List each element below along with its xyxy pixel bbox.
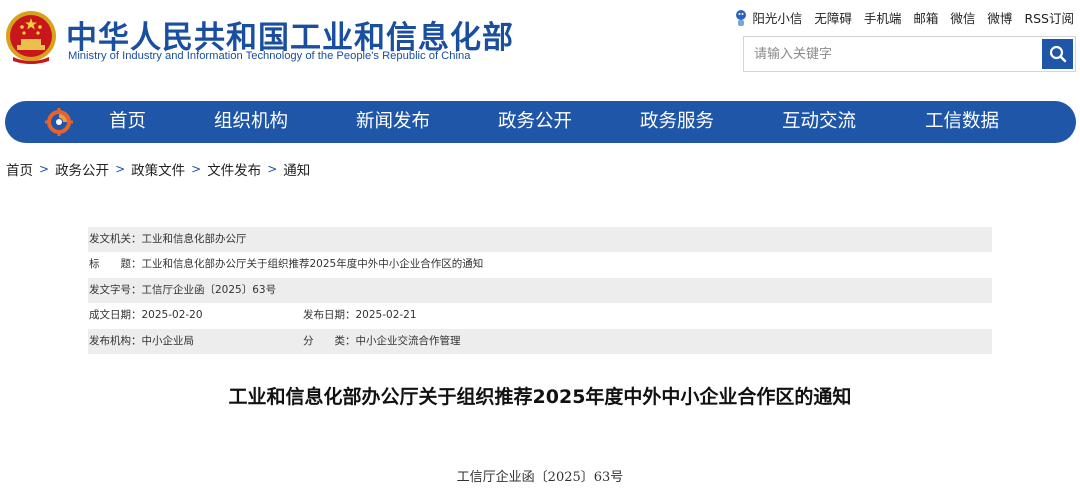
sunshine-mascot-icon <box>736 9 747 26</box>
nav-item-news[interactable]: 新闻发布 <box>356 101 430 143</box>
top-link-accessibility[interactable]: 无障碍 <box>814 8 852 27</box>
meta-doc-no-label: 发文字号： <box>89 283 142 296</box>
top-link-mail[interactable]: 邮箱 <box>913 8 938 27</box>
breadcrumb: 首页 > 政务公开 > 政策文件 > 文件发布 > 通知 <box>6 159 310 179</box>
meta-issuer-label: 发文机关： <box>89 233 142 245</box>
meta-doc-no-value: 工信厅企业函〔2025〕63号 <box>141 283 277 296</box>
nav-item-interaction[interactable]: 互动交流 <box>782 101 856 143</box>
meta-org-value: 中小企业局 <box>141 334 195 347</box>
meta-row-title: 标 题：工业和信息化部办公厅关于组织推荐2025年度中外中小企业合作区的通知 <box>88 252 992 277</box>
miit-logo-icon[interactable] <box>45 108 73 136</box>
nav-item-services[interactable]: 政务服务 <box>640 101 714 143</box>
meta-row-issuer: 发文机关：工业和信息化部办公厅 <box>88 227 992 253</box>
breadcrumb-notice[interactable]: 通知 <box>283 159 310 179</box>
meta-category-label: 分 类： <box>303 334 356 347</box>
meta-title-label: 标 题： <box>89 258 142 271</box>
meta-row-dates: 成文日期：2025-02-20 发布日期：2025-02-21 <box>88 303 992 328</box>
breadcrumb-policy-files[interactable]: 政策文件 <box>131 159 185 179</box>
top-link-sunshine[interactable]: 阳光小信 <box>734 8 802 27</box>
breadcrumb-government-affairs[interactable]: 政务公开 <box>55 159 109 179</box>
meta-created: 成文日期：2025-02-20 <box>89 303 203 328</box>
search-button[interactable] <box>1042 39 1073 69</box>
meta-title-value: 工业和信息化部办公厅关于组织推荐2025年度中外中小企业合作区的通知 <box>141 258 484 271</box>
top-link-rss[interactable]: RSS订阅 <box>1024 8 1074 27</box>
site-subtitle: Ministry of Industry and Information Tec… <box>68 50 471 62</box>
meta-row-doc-no: 发文字号：工信厅企业函〔2025〕63号 <box>88 277 992 304</box>
nav-item-organization[interactable]: 组织机构 <box>214 101 288 143</box>
top-link-mobile[interactable]: 手机端 <box>864 8 902 27</box>
meta-created-value: 2025-02-20 <box>141 309 203 322</box>
meta-doc-no: 发文字号：工信厅企业函〔2025〕63号 <box>89 278 276 303</box>
document-meta-table: 发文机关：工业和信息化部办公厅 标 题：工业和信息化部办公厅关于组织推荐2025… <box>88 227 992 354</box>
meta-row-org: 发布机构：中小企业局 分 类：中小企业交流合作管理 <box>88 328 992 354</box>
meta-category-value: 中小企业交流合作管理 <box>355 334 461 347</box>
top-link-weibo[interactable]: 微博 <box>987 8 1012 27</box>
meta-category: 分 类：中小企业交流合作管理 <box>303 329 461 354</box>
breadcrumb-file-release[interactable]: 文件发布 <box>207 159 261 179</box>
document-number: 工信厅企业函〔2025〕63号 <box>456 470 624 485</box>
chevron-right-icon: > <box>267 162 278 176</box>
search-box <box>743 36 1076 72</box>
meta-issuer: 发文机关：工业和信息化部办公厅 <box>89 227 247 252</box>
meta-published-value: 2025-02-21 <box>355 309 417 322</box>
site-header: 中华人民共和国工业和信息化部 Ministry of Industry and … <box>0 0 1080 95</box>
top-link-label: 阳光小信 <box>752 11 803 26</box>
breadcrumb-home[interactable]: 首页 <box>6 159 33 179</box>
nav-item-home[interactable]: 首页 <box>109 101 146 143</box>
meta-org-label: 发布机构： <box>89 334 142 347</box>
meta-published-label: 发布日期： <box>303 309 356 322</box>
national-emblem-icon[interactable] <box>5 9 57 65</box>
chevron-right-icon: > <box>191 162 202 176</box>
search-input[interactable] <box>744 37 1040 71</box>
search-icon <box>1049 45 1066 63</box>
meta-title: 标 题：工业和信息化部办公厅关于组织推荐2025年度中外中小企业合作区的通知 <box>89 252 483 277</box>
meta-org: 发布机构：中小企业局 <box>89 329 194 354</box>
top-links: 阳光小信 无障碍 手机端 邮箱 微信 微博 RSS订阅 <box>734 8 1074 27</box>
chevron-right-icon: > <box>115 162 126 176</box>
meta-issuer-value: 工业和信息化部办公厅 <box>141 233 247 245</box>
nav-item-data[interactable]: 工信数据 <box>925 101 999 143</box>
chevron-right-icon: > <box>39 162 50 176</box>
main-nav: 首页 组织机构 新闻发布 政务公开 政务服务 互动交流 工信数据 <box>5 101 1076 143</box>
meta-created-label: 成文日期： <box>89 309 142 322</box>
meta-published: 发布日期：2025-02-21 <box>303 303 417 328</box>
top-link-wechat[interactable]: 微信 <box>950 8 975 27</box>
document-title: 工业和信息化部办公厅关于组织推荐2025年度中外中小企业合作区的通知 <box>228 386 852 408</box>
nav-item-government-affairs[interactable]: 政务公开 <box>498 101 572 143</box>
